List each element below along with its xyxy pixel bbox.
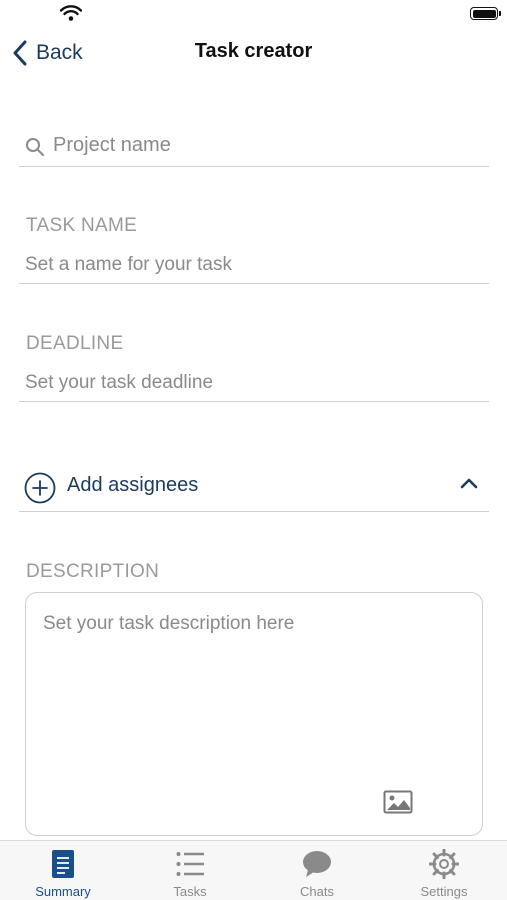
- tab-label: Settings: [420, 884, 468, 899]
- tab-tasks[interactable]: Tasks: [127, 841, 253, 900]
- list-icon: [176, 852, 204, 876]
- tab-label: Tasks: [173, 884, 207, 899]
- page-title: Task creator: [194, 40, 313, 62]
- battery-icon: [470, 7, 501, 20]
- tab-label: Chats: [300, 884, 334, 899]
- tab-chats[interactable]: Chats: [254, 841, 380, 900]
- image-icon[interactable]: [383, 790, 413, 814]
- chat-bubble-icon: [303, 851, 331, 877]
- project-search-field: [19, 128, 489, 167]
- search-icon: [26, 138, 44, 156]
- deadline-label: DEADLINE: [26, 333, 124, 354]
- task-name-field: [19, 250, 489, 284]
- add-circle-icon: [24, 472, 56, 504]
- description-label: DESCRIPTION: [26, 561, 160, 582]
- add-assignees-row[interactable]: Add assignees: [19, 462, 489, 512]
- task-name-input[interactable]: [25, 254, 475, 276]
- deadline-input[interactable]: [25, 372, 475, 394]
- wifi-icon: [60, 5, 82, 21]
- tab-label: Summary: [35, 884, 91, 899]
- tab-bar: Summary Tasks Chats Settings: [0, 840, 507, 900]
- description-box: [25, 592, 483, 836]
- status-bar: [0, 0, 507, 28]
- deadline-field: [19, 368, 489, 402]
- task-name-label: TASK NAME: [26, 215, 138, 236]
- document-icon: [52, 850, 74, 878]
- tab-summary[interactable]: Summary: [0, 841, 126, 900]
- gear-icon: [429, 849, 459, 879]
- description-input[interactable]: [43, 613, 463, 773]
- add-assignees-label: Add assignees: [67, 474, 199, 496]
- project-name-input[interactable]: [53, 134, 473, 157]
- tab-settings[interactable]: Settings: [381, 841, 507, 900]
- chevron-up-icon[interactable]: [459, 476, 479, 490]
- navigation-bar: Back Task creator: [0, 30, 507, 76]
